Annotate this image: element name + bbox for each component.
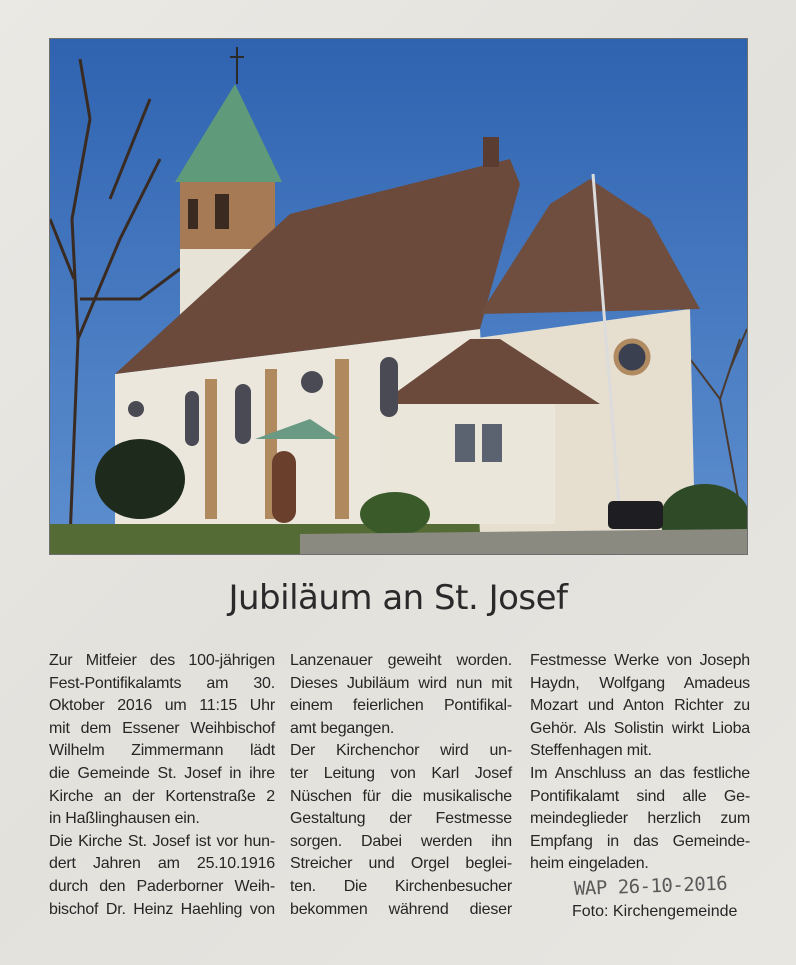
handwritten-date-note: WAP 26-10-2016 [573, 872, 728, 900]
text-line: Streicher und Orgel beglei- [290, 855, 512, 873]
text-line: einem feierlichen Pontifikal- [290, 697, 512, 715]
chimney [483, 137, 499, 167]
text-line: Nüschen für die musikalische [290, 787, 512, 805]
text-line: Mozart und Anton Richter zu [530, 697, 750, 715]
text-line: Steffenhagen mit. [530, 742, 652, 760]
article-column-2: Lanzenauer geweiht worden. Dieses Jubilä… [290, 650, 512, 921]
text-line: Gehör. Als Solistin wirkt Lioba [530, 719, 750, 737]
belfry-window [215, 194, 229, 229]
parked-car [608, 501, 663, 529]
article-column-3: Festmesse Werke von Joseph Haydn, Wolfga… [530, 650, 750, 876]
text-line: ter Leitung von Karl Josef [290, 764, 512, 782]
belfry-window [188, 199, 198, 229]
conifer-bush [95, 439, 185, 519]
text-line: Pontifikalamt sind alle Ge- [530, 787, 750, 805]
photo-credit: Foto: Kirchengemeinde [572, 903, 738, 920]
text-line: Gestaltung der Festmesse [290, 810, 512, 828]
text-line: durch den Paderborner Weih- [49, 877, 275, 895]
text-line: Die Kirche St. Josef ist vor hun- [49, 832, 275, 850]
text-line: Wilhelm Zimmermann lädt [49, 742, 275, 760]
text-line: bischof Dr. Heinz Haehling von [49, 900, 275, 918]
text-line: amt begangen. [290, 719, 395, 737]
church-door [272, 451, 296, 523]
text-line: Dieses Jubiläum wird nun mit [290, 674, 512, 692]
text-line: meindeglieder herzlich zum [530, 810, 750, 828]
article-headline: Jubiläum an St. Josef [228, 578, 568, 618]
text-line: sorgen. Dabei werden ihn [290, 832, 512, 850]
text-line: Der Kirchenchor wird un- [290, 742, 512, 760]
text-line: dert Jahren am 25.10.1916 [49, 855, 275, 873]
text-line: Fest-Pontifikalamts am 30. [49, 674, 275, 692]
text-line: mit dem Essener Weihbischof [49, 719, 275, 737]
church-photo [49, 38, 748, 555]
text-line: Im Anschluss an das festliche [530, 764, 750, 782]
article-column-1: Zur Mitfeier des 100-jährigen Fest-Ponti… [49, 650, 275, 921]
text-line: bekommen während dieser [290, 900, 512, 918]
rose-window [613, 338, 651, 376]
text-line: Lanzenauer geweiht worden. [290, 652, 512, 669]
newspaper-page: Jubiläum an St. Josef Zur Mitfeier des 1… [0, 0, 796, 965]
window [455, 424, 475, 462]
text-line: Haydn, Wolfgang Amadeus [530, 674, 750, 692]
text-line: Empfang in das Gemeinde- [530, 832, 750, 850]
text-line: Festmesse Werke von Joseph [530, 652, 750, 669]
bush [360, 492, 430, 536]
text-line: Kirche an der Kortenstraße 2 [49, 787, 275, 805]
text-line: in Haßlinghausen ein. [49, 810, 200, 828]
window [482, 424, 502, 462]
text-line: ten. Die Kirchenbesucher [290, 877, 512, 895]
text-line: Oktober 2016 um 11:15 Uhr [49, 697, 275, 715]
text-line: Zur Mitfeier des 100-jährigen [49, 652, 275, 669]
text-line: die Gemeinde St. Josef in ihre [49, 764, 275, 782]
